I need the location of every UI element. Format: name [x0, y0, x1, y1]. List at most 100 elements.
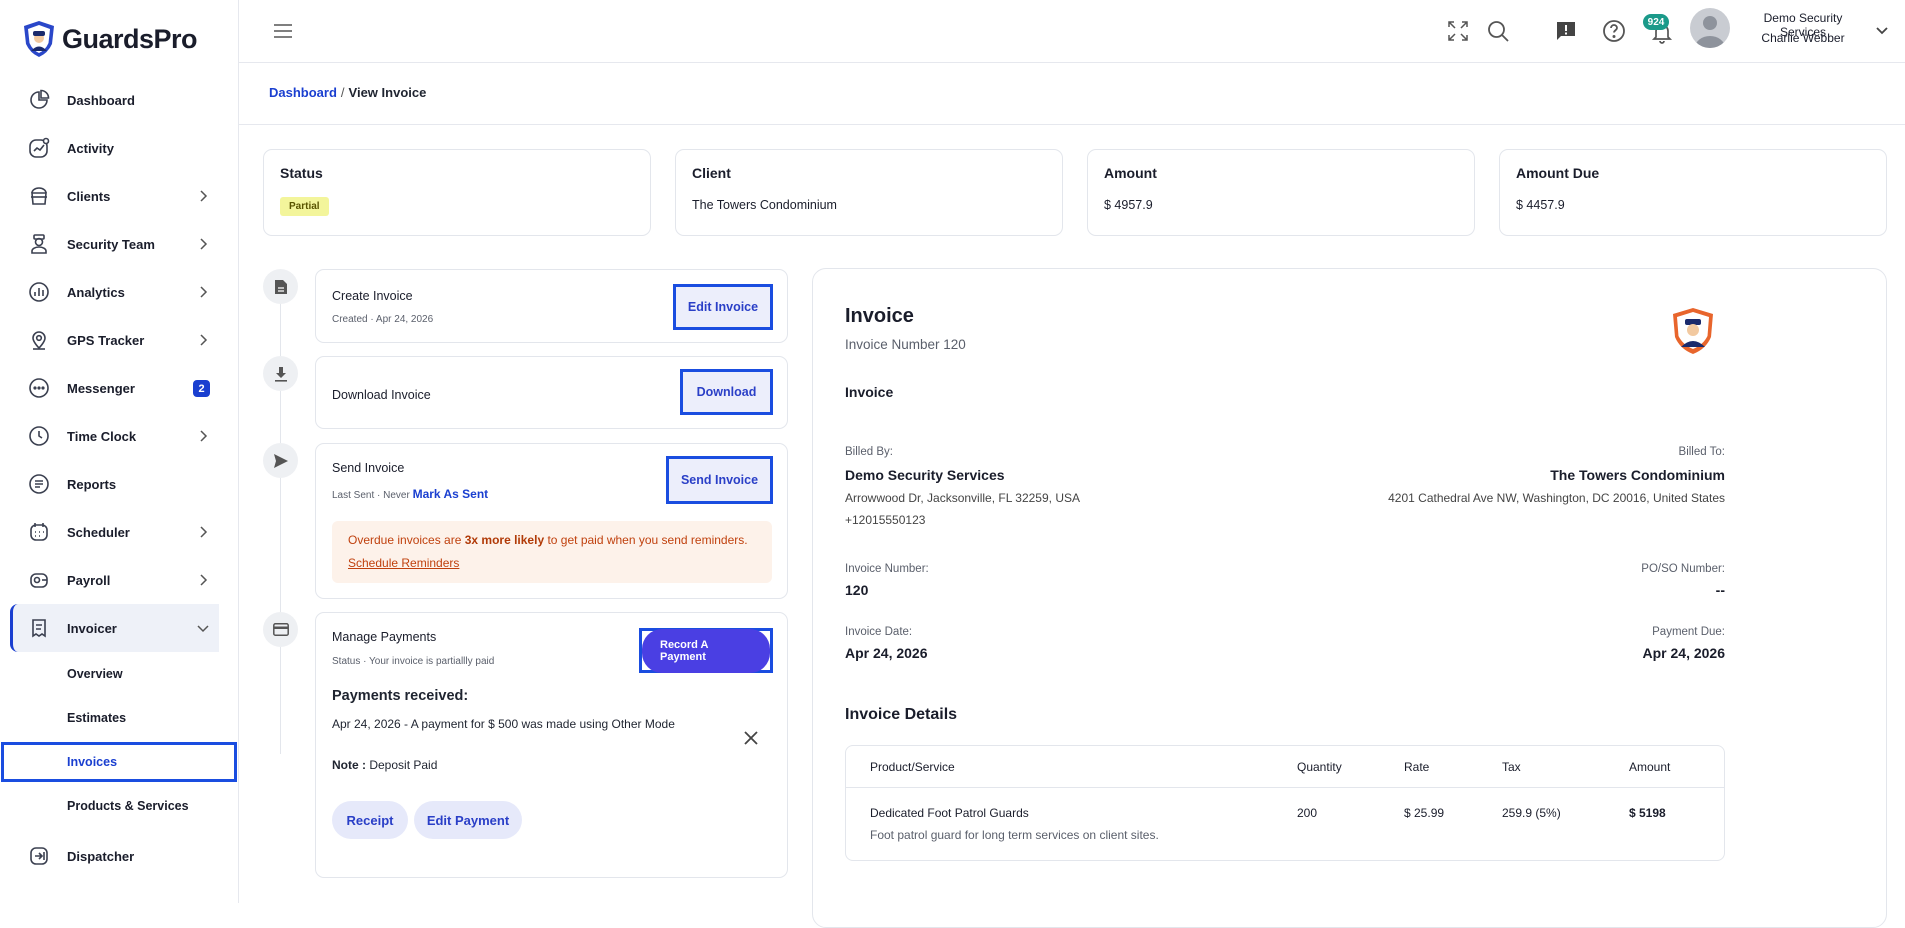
clock-icon: [28, 425, 50, 447]
reminder-alert: Overdue invoices are 3x more likely to g…: [332, 521, 772, 583]
sidebar-subitem-estimates[interactable]: Estimates: [0, 696, 239, 740]
sidebar-item-label: Payroll: [67, 572, 111, 588]
sidebar-item-gps-tracker[interactable]: GPS Tracker: [0, 316, 239, 364]
dispatcher-icon: [28, 845, 50, 867]
sidebar-item-analytics[interactable]: Analytics: [0, 268, 239, 316]
sidebar-subitem-products-services[interactable]: Products & Services: [0, 784, 239, 828]
edit-payment-button[interactable]: Edit Payment: [414, 801, 522, 839]
messenger-badge: 2: [193, 380, 210, 397]
column-header: Tax: [1502, 760, 1521, 774]
sidebar-item-dashboard[interactable]: Dashboard: [0, 76, 239, 124]
sidebar-item-reports[interactable]: Reports: [0, 460, 239, 508]
sidebar: GuardsPro Dashboard Activity Clients Sec…: [0, 0, 239, 903]
sidebar-item-invoicer[interactable]: Invoicer: [10, 604, 219, 652]
amount-due-card: Amount Due $ 4457.9: [1499, 149, 1887, 236]
card-label: Amount Due: [1516, 165, 1600, 181]
edit-invoice-button[interactable]: Edit Invoice: [673, 284, 773, 330]
sidebar-item-activity[interactable]: Activity: [0, 124, 239, 172]
amount-card: Amount $ 4957.9: [1087, 149, 1475, 236]
invoice-number-value: 120: [845, 582, 869, 598]
chevron-down-icon: [197, 625, 209, 633]
step-title: Create Invoice: [332, 289, 413, 303]
sidebar-subitem-overview[interactable]: Overview: [0, 652, 239, 696]
timeline-dot: [263, 443, 298, 478]
step-title: Send Invoice: [332, 461, 405, 475]
app-name: GuardsPro: [62, 23, 198, 54]
card-value: $ 4957.9: [1104, 198, 1153, 212]
billed-to-address: 4201 Cathedral Ave NW, Washington, DC 20…: [1388, 491, 1725, 505]
card-label: Amount: [1104, 165, 1157, 181]
sidebar-item-time-clock[interactable]: Time Clock: [0, 412, 239, 460]
record-payment-label: Record A Payment: [642, 628, 770, 673]
step-meta: Last Sent · Never Mark As Sent: [332, 487, 488, 501]
breadcrumb-current: View Invoice: [348, 85, 427, 100]
wallet-icon: [28, 569, 50, 591]
client-card: Client The Towers Condominium: [675, 149, 1063, 236]
product-name: Dedicated Foot Patrol Guards: [870, 806, 1029, 820]
sidebar-item-payroll[interactable]: Payroll: [0, 556, 239, 604]
step-title: Download Invoice: [332, 388, 431, 402]
hamburger-menu-icon[interactable]: [273, 22, 293, 40]
billed-by-phone: +12015550123: [845, 513, 926, 527]
sidebar-item-clients[interactable]: Clients: [0, 172, 239, 220]
sidebar-item-label: Invoicer: [67, 620, 117, 636]
amount-cell: $ 5198: [1629, 806, 1666, 820]
billed-by-name: Demo Security Services: [845, 467, 1005, 483]
send-invoice-button[interactable]: Send Invoice: [666, 456, 773, 504]
alert-text: Overdue invoices are 3x more likely to g…: [348, 533, 748, 547]
invoice-number-label: Invoice Number:: [845, 563, 929, 575]
record-payment-button[interactable]: Record A Payment: [639, 628, 773, 673]
breadcrumb-dashboard-link[interactable]: Dashboard: [269, 85, 337, 100]
sidebar-item-label: Activity: [67, 140, 114, 156]
sidebar-item-dispatcher[interactable]: Dispatcher: [0, 832, 239, 880]
help-icon[interactable]: [1602, 19, 1626, 43]
calendar-icon: [28, 521, 50, 543]
sidebar-item-label: Reports: [67, 476, 117, 492]
sidebar-item-label: Security Team: [67, 236, 155, 252]
chevron-right-icon: [200, 238, 208, 250]
billed-by-address: Arrowwood Dr, Jacksonville, FL 32259, US…: [845, 491, 1080, 505]
note-label: Note :: [332, 758, 366, 772]
po-number-value: --: [1715, 582, 1725, 598]
sidebar-item-security-team[interactable]: Security Team: [0, 220, 239, 268]
close-icon[interactable]: [742, 729, 760, 747]
search-icon[interactable]: [1486, 19, 1510, 43]
payments-received-heading: Payments received:: [332, 688, 469, 704]
table-header: Product/Service Quantity Rate Tax Amount: [846, 746, 1724, 788]
gps-icon: [28, 329, 50, 351]
chevron-down-icon[interactable]: [1875, 24, 1889, 38]
company-shield-logo-icon: [1673, 308, 1713, 354]
step-meta: Created · Apr 24, 2026: [332, 314, 434, 325]
avatar[interactable]: [1690, 8, 1730, 48]
card-value: $ 4457.9: [1516, 198, 1565, 212]
notification-count-badge: 924: [1643, 14, 1669, 30]
step-meta: Status · Your invoice is partiallly paid: [332, 656, 495, 667]
status-card: Status Partial: [263, 149, 651, 236]
sidebar-subitem-invoices[interactable]: Invoices: [1, 742, 237, 782]
download-button[interactable]: Download: [680, 369, 773, 415]
send-invoice-step: Send Invoice Last Sent · Never Mark As S…: [315, 443, 788, 599]
sidebar-item-label: Dashboard: [67, 92, 135, 108]
invoice-subtitle: Invoice: [845, 384, 894, 400]
invoice-icon: [28, 617, 50, 639]
dashboard-icon: [28, 89, 50, 111]
download-invoice-step: Download Invoice Download: [315, 356, 788, 429]
alert-text-bold: 3x more likely: [464, 533, 545, 547]
sidebar-item-messenger[interactable]: Messenger 2: [0, 364, 239, 412]
feedback-icon[interactable]: [1554, 19, 1578, 43]
mark-as-sent-link[interactable]: Mark As Sent: [413, 487, 489, 501]
card-label: Client: [692, 165, 731, 181]
status-badge: Partial: [280, 197, 329, 216]
breadcrumb-bar: Dashboard / View Invoice: [239, 63, 1905, 125]
fullscreen-icon[interactable]: [1446, 19, 1470, 43]
tax-cell: 259.9 (5%): [1502, 806, 1561, 820]
schedule-reminders-link[interactable]: Schedule Reminders: [348, 556, 459, 570]
quantity-cell: 200: [1297, 806, 1318, 820]
receipt-button[interactable]: Receipt: [332, 801, 408, 839]
product-description: Foot patrol guard for long term services…: [870, 828, 1159, 842]
billed-by-label: Billed By:: [845, 446, 893, 458]
column-header: Quantity: [1297, 760, 1342, 774]
app-logo[interactable]: GuardsPro: [22, 20, 198, 58]
billed-to-name: The Towers Condominium: [1550, 467, 1725, 483]
sidebar-item-scheduler[interactable]: Scheduler: [0, 508, 239, 556]
